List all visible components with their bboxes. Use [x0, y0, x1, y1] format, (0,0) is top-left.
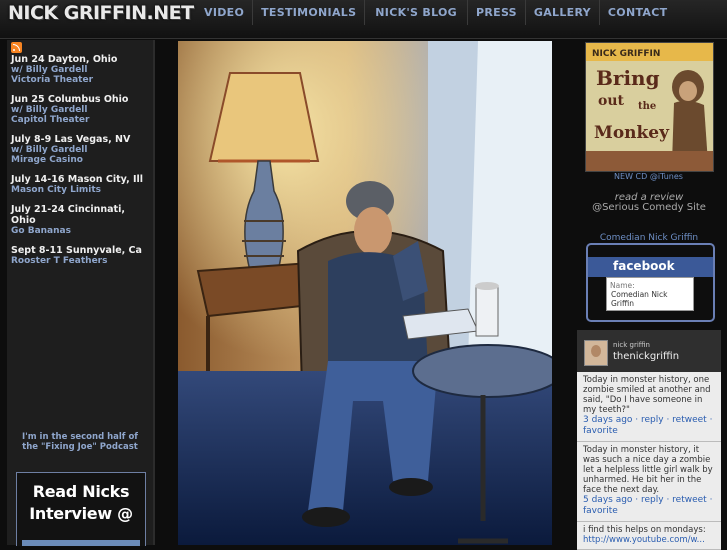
facebook-name: Comedian Nick Griffin — [611, 290, 668, 308]
facebook-logo: facebook — [613, 259, 675, 273]
tweet-list: Today in monster history, one zombie smi… — [577, 372, 721, 550]
event-date: July 8-9 Las Vegas, NV — [11, 134, 131, 145]
event-venue[interactable]: Mirage Casino — [11, 155, 151, 165]
event-detail[interactable]: w/ Billy Gardell — [11, 105, 151, 115]
main-nav: VIDEO TESTIMONIALS NICK'S BLOG PRESS GAL… — [196, 0, 675, 25]
interview-banner[interactable]: Read Nicks Interview @ — [16, 472, 146, 546]
interview-line-1: Read Nicks — [32, 482, 130, 501]
podcast-link[interactable]: I'm in the second half of the "Fixing Jo… — [13, 432, 147, 452]
tour-dates-sidebar: Jun 24 Dayton, Ohio w/ Billy Gardell Vic… — [7, 40, 155, 546]
nav-blog[interactable]: NICK'S BLOG — [364, 0, 467, 25]
tweet-actions[interactable]: 3 days ago · reply · retweet · favorite — [583, 415, 716, 437]
event-list: Jun 24 Dayton, Ohio w/ Billy Gardell Vic… — [11, 54, 151, 275]
main-painting-image — [178, 41, 552, 545]
tweet-text: Today in monster history, it was such a … — [583, 445, 713, 495]
event-date: Jun 25 Columbus Ohio — [11, 94, 129, 105]
facebook-profile-card: Name: Comedian Nick Griffin — [606, 277, 694, 311]
album-title-4: Monkey — [594, 123, 670, 143]
event-item: Jun 25 Columbus Ohio w/ Billy Gardell Ca… — [11, 94, 151, 125]
nav-gallery[interactable]: GALLERY — [524, 0, 599, 25]
event-venue[interactable]: Victoria Theater — [11, 75, 151, 85]
album-title-1: Bring — [596, 66, 660, 90]
facebook-name-label: Name: — [610, 281, 635, 290]
tweet-actions[interactable]: 5 days ago · reply · retweet · favorite — [583, 495, 716, 517]
facebook-caption[interactable]: Comedian Nick Griffin — [577, 233, 721, 243]
twitter-handle[interactable]: thenickgriffin — [613, 351, 679, 362]
rss-icon[interactable] — [11, 42, 22, 53]
event-detail[interactable]: w/ Billy Gardell — [11, 65, 151, 75]
event-date: July 14-16 Mason City, Ill — [11, 174, 144, 185]
event-item: July 8-9 Las Vegas, NV w/ Billy Gardell … — [11, 134, 151, 165]
event-venue[interactable]: Mason City Limits — [11, 185, 151, 195]
album-title-3: the — [638, 101, 656, 112]
itunes-link[interactable]: NEW CD @iTunes — [585, 172, 712, 181]
event-venue[interactable]: Go Bananas — [11, 226, 151, 236]
tweet-item: Today in monster history, it was such a … — [577, 442, 721, 522]
twitter-header: nick griffin thenickgriffin — [577, 334, 721, 372]
event-item: Jun 24 Dayton, Ohio w/ Billy Gardell Vic… — [11, 54, 151, 85]
twitter-widget: nick griffin thenickgriffin Today in mon… — [577, 330, 721, 550]
event-date: July 21-24 Cincinnati, Ohio — [11, 204, 125, 226]
review-site-link[interactable]: @Serious Comedy Site — [577, 202, 721, 213]
facebook-badge[interactable]: facebook Name: Comedian Nick Griffin — [586, 243, 715, 322]
album-artist: NICK GRIFFIN — [592, 49, 660, 59]
site-logo[interactable]: NICK GRIFFIN.NET — [8, 2, 194, 24]
event-item: July 14-16 Mason City, Ill Mason City Li… — [11, 174, 151, 195]
avatar[interactable] — [584, 340, 608, 366]
tweet-link[interactable]: http://www.youtube.com/w... — [583, 535, 716, 545]
tweet-text: i find this helps on mondays: — [583, 525, 706, 535]
tweet-item: i find this helps on mondays: http://www… — [577, 522, 721, 550]
album-cover[interactable]: NICK GRIFFIN Bring out the Monkey — [585, 42, 714, 172]
twitter-display-name[interactable]: nick griffin — [613, 341, 650, 349]
event-venue[interactable]: Capitol Theater — [11, 115, 151, 125]
nav-press[interactable]: PRESS — [467, 0, 525, 25]
site-header: NICK GRIFFIN.NET VIDEO TESTIMONIALS NICK… — [0, 0, 727, 39]
tweet-item: Today in monster history, one zombie smi… — [577, 372, 721, 442]
interview-line-2: Interview @ — [29, 504, 133, 523]
event-item: Sept 8-11 Sunnyvale, Ca Rooster T Feathe… — [11, 245, 151, 266]
event-item: July 21-24 Cincinnati, Ohio Go Bananas — [11, 204, 151, 236]
nav-video[interactable]: VIDEO — [196, 0, 252, 25]
nav-contact[interactable]: CONTACT — [598, 0, 675, 25]
interview-image-strip — [22, 540, 140, 546]
album-title-2: out — [598, 93, 625, 109]
event-detail[interactable]: w/ Billy Gardell — [11, 145, 151, 155]
event-date: Jun 24 Dayton, Ohio — [11, 54, 118, 65]
event-venue[interactable]: Rooster T Feathers — [11, 256, 151, 266]
nav-testimonials[interactable]: TESTIMONIALS — [252, 0, 364, 25]
tweet-text: Today in monster history, one zombie smi… — [583, 375, 711, 415]
event-date: Sept 8-11 Sunnyvale, Ca — [11, 245, 142, 256]
interview-text: Read Nicks Interview @ — [17, 481, 145, 525]
